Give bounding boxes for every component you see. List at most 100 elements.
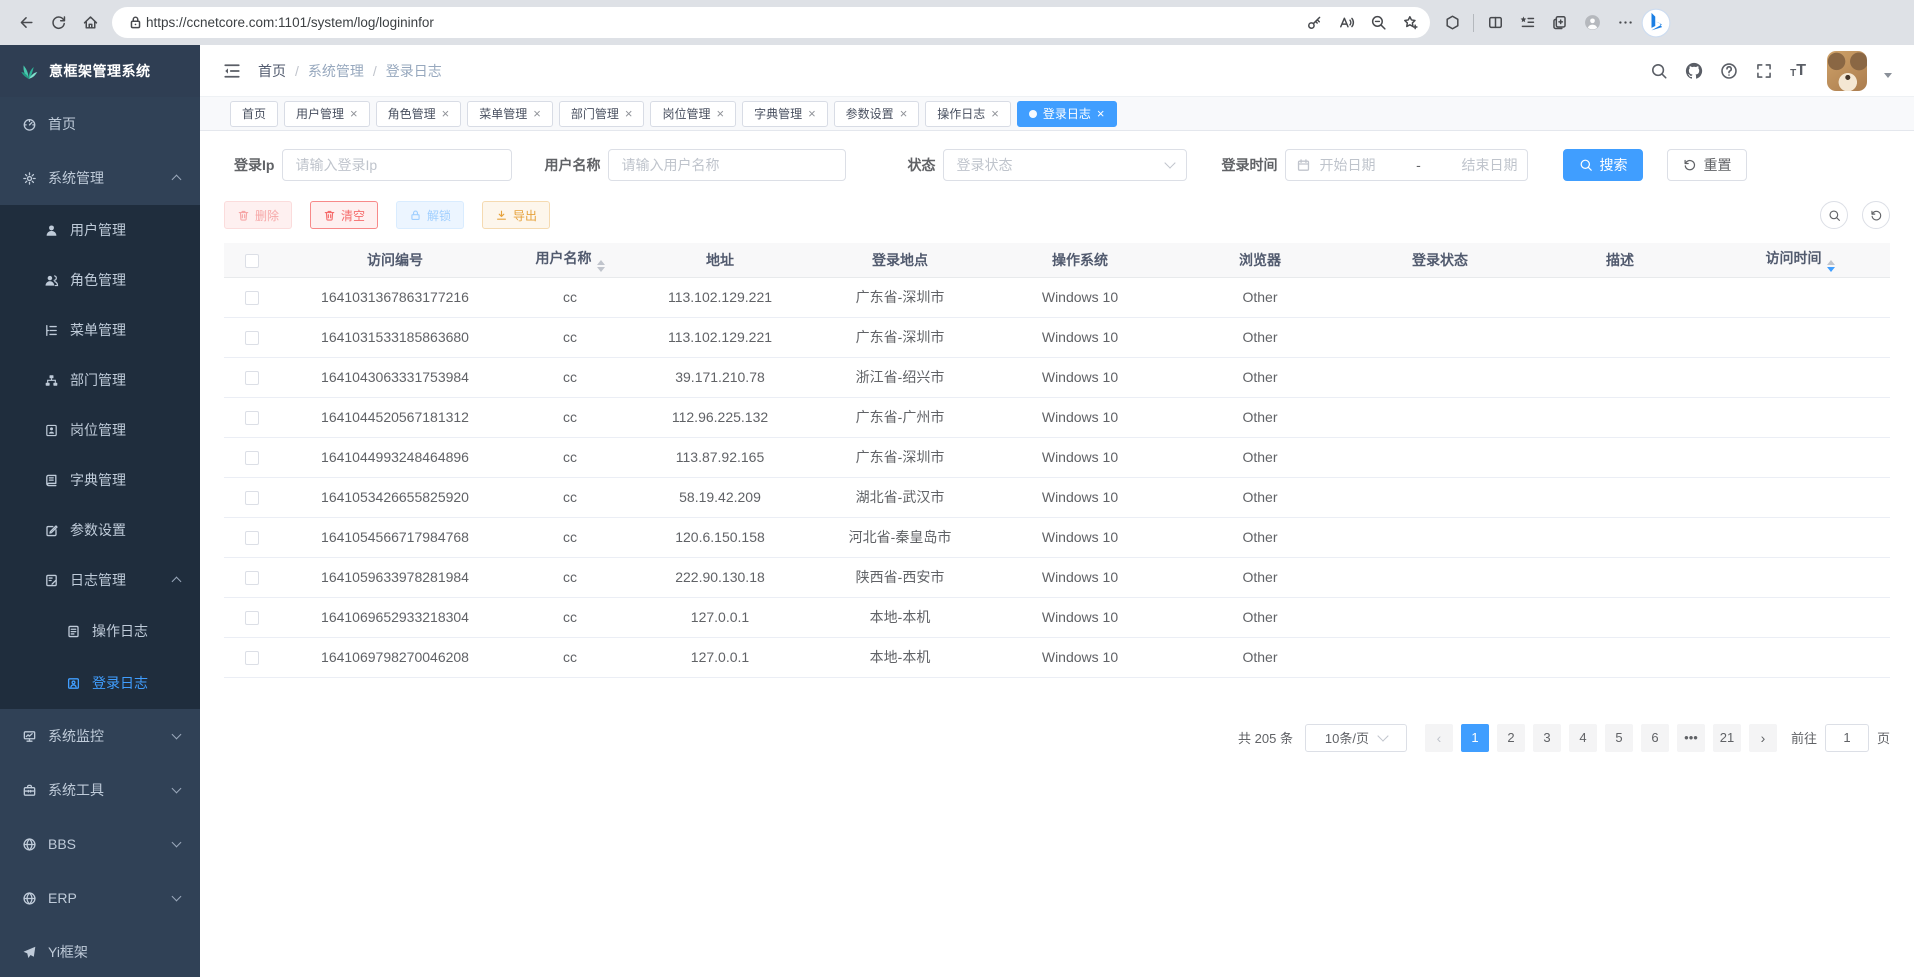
sidebar-item-部门管理[interactable]: 部门管理 [0, 355, 200, 405]
sidebar-item-ERP[interactable]: ERP [0, 871, 200, 925]
row-checkbox[interactable] [245, 371, 259, 385]
zoom-out-icon[interactable] [1362, 8, 1394, 38]
status-select[interactable]: 登录状态 [943, 149, 1187, 181]
more-pages-button[interactable]: ••• [1677, 724, 1705, 752]
export-button[interactable]: 导出 [482, 201, 550, 229]
page-button-1[interactable]: 1 [1461, 724, 1489, 752]
unlock-button[interactable]: 解锁 [396, 201, 464, 229]
read-aloud-icon[interactable] [1330, 8, 1362, 38]
row-checkbox[interactable] [245, 571, 259, 585]
table-row[interactable]: 1641044993248464896cc113.87.92.165广东省-深圳… [224, 437, 1890, 477]
page-button-5[interactable]: 5 [1605, 724, 1633, 752]
table-row[interactable]: 1641031367863177216cc113.102.129.221广东省-… [224, 277, 1890, 317]
table-row[interactable]: 1641069798270046208cc127.0.0.1本地-本机Windo… [224, 637, 1890, 677]
close-tab-icon[interactable]: × [808, 107, 816, 120]
row-checkbox[interactable] [245, 411, 259, 425]
page-button-6[interactable]: 6 [1641, 724, 1669, 752]
close-tab-icon[interactable]: × [625, 107, 633, 120]
page-button-21[interactable]: 21 [1713, 724, 1741, 752]
sidebar-item-系统工具[interactable]: 系统工具 [0, 763, 200, 817]
add-favorite-icon[interactable] [1394, 8, 1426, 38]
close-tab-icon[interactable]: × [442, 107, 450, 120]
table-row[interactable]: 1641069652933218304cc127.0.0.1本地-本机Windo… [224, 597, 1890, 637]
breadcrumb-item[interactable]: 首页 [258, 61, 286, 81]
tab-菜单管理[interactable]: 菜单管理× [467, 101, 553, 127]
collections-icon[interactable] [1543, 8, 1575, 38]
sidebar-item-系统监控[interactable]: 系统监控 [0, 709, 200, 763]
browser-menu-icon[interactable] [1609, 8, 1641, 38]
sidebar-item-岗位管理[interactable]: 岗位管理 [0, 405, 200, 455]
table-row[interactable]: 1641031533185863680cc113.102.129.221广东省-… [224, 317, 1890, 357]
next-page-button[interactable]: › [1749, 724, 1777, 752]
help-icon[interactable] [1720, 62, 1738, 80]
lock-icon[interactable] [124, 8, 146, 38]
tab-首页[interactable]: 首页 [230, 101, 278, 127]
close-tab-icon[interactable]: × [350, 107, 358, 120]
split-screen-icon[interactable] [1479, 8, 1511, 38]
tab-角色管理[interactable]: 角色管理× [376, 101, 462, 127]
table-row[interactable]: 1641059633978281984cc222.90.130.18陕西省-西安… [224, 557, 1890, 597]
page-button-2[interactable]: 2 [1497, 724, 1525, 752]
tab-岗位管理[interactable]: 岗位管理× [650, 101, 736, 127]
sidebar-item-角色管理[interactable]: 角色管理 [0, 255, 200, 305]
tab-字典管理[interactable]: 字典管理× [742, 101, 828, 127]
clear-button[interactable]: 清空 [310, 201, 378, 229]
sidebar-item-首页[interactable]: 首页 [0, 97, 200, 151]
tab-部门管理[interactable]: 部门管理× [559, 101, 645, 127]
date-range-picker[interactable]: 开始日期 - 结束日期 [1285, 149, 1528, 181]
tab-操作日志[interactable]: 操作日志× [925, 101, 1011, 127]
sidebar-item-系统管理[interactable]: 系统管理 [0, 151, 200, 205]
avatar-caret-icon[interactable] [1884, 73, 1892, 82]
tab-参数设置[interactable]: 参数设置× [834, 101, 920, 127]
fullscreen-icon[interactable] [1755, 62, 1773, 80]
page-size-select[interactable]: 10条/页 [1305, 724, 1407, 752]
sidebar-item-Yi框架[interactable]: Yi框架 [0, 925, 200, 977]
browser-profile-icon[interactable] [1579, 10, 1605, 36]
sidebar-item-参数设置[interactable]: 参数设置 [0, 505, 200, 555]
table-row[interactable]: 1641053426655825920cc58.19.42.209湖北省-武汉市… [224, 477, 1890, 517]
close-tab-icon[interactable]: × [716, 107, 724, 120]
sidebar-toggle-icon[interactable] [222, 61, 242, 81]
sidebar-item-用户管理[interactable]: 用户管理 [0, 205, 200, 255]
github-icon[interactable] [1685, 62, 1703, 80]
row-checkbox[interactable] [245, 651, 259, 665]
column-header-访问时间[interactable]: 访问时间 [1710, 243, 1890, 277]
row-checkbox[interactable] [245, 611, 259, 625]
sort-caret-icon[interactable] [597, 260, 605, 272]
search-button[interactable]: 搜索 [1563, 149, 1643, 181]
browser-refresh-icon[interactable] [42, 8, 74, 38]
user-input[interactable] [621, 157, 833, 173]
close-tab-icon[interactable]: × [1097, 107, 1105, 120]
toggle-search-button[interactable] [1820, 201, 1848, 229]
row-checkbox[interactable] [245, 331, 259, 345]
page-button-3[interactable]: 3 [1533, 724, 1561, 752]
user-avatar[interactable] [1827, 51, 1867, 91]
table-row[interactable]: 1641043063331753984cc39.171.210.78浙江省-绍兴… [224, 357, 1890, 397]
tab-用户管理[interactable]: 用户管理× [284, 101, 370, 127]
font-size-icon[interactable]: TT [1790, 63, 1806, 79]
tab-登录日志[interactable]: 登录日志× [1017, 101, 1117, 127]
search-icon[interactable] [1650, 62, 1668, 80]
browser-back-icon[interactable] [10, 8, 42, 38]
sidebar-item-操作日志[interactable]: 操作日志 [0, 605, 200, 657]
goto-input[interactable] [1825, 724, 1869, 752]
row-checkbox[interactable] [245, 531, 259, 545]
reset-button[interactable]: 重置 [1667, 149, 1747, 181]
sidebar-item-BBS[interactable]: BBS [0, 817, 200, 871]
table-row[interactable]: 1641054566717984768cc120.6.150.158河北省-秦皇… [224, 517, 1890, 557]
refresh-table-button[interactable] [1862, 201, 1890, 229]
table-row[interactable]: 1641044520567181312cc112.96.225.132广东省-广… [224, 397, 1890, 437]
sidebar-item-日志管理[interactable]: 日志管理 [0, 555, 200, 605]
row-checkbox[interactable] [245, 491, 259, 505]
favorites-icon[interactable] [1511, 8, 1543, 38]
password-icon[interactable] [1298, 8, 1330, 38]
ip-input[interactable] [295, 157, 499, 173]
prev-page-button[interactable]: ‹ [1425, 724, 1453, 752]
address-bar[interactable]: https://ccnetcore.com:1101/system/log/lo… [112, 7, 1430, 38]
column-header-用户名称[interactable]: 用户名称 [510, 243, 630, 277]
delete-button[interactable]: 删除 [224, 201, 292, 229]
sidebar-item-字典管理[interactable]: 字典管理 [0, 455, 200, 505]
sidebar-item-菜单管理[interactable]: 菜单管理 [0, 305, 200, 355]
close-tab-icon[interactable]: × [991, 107, 999, 120]
copilot-icon[interactable] [1641, 8, 1671, 38]
